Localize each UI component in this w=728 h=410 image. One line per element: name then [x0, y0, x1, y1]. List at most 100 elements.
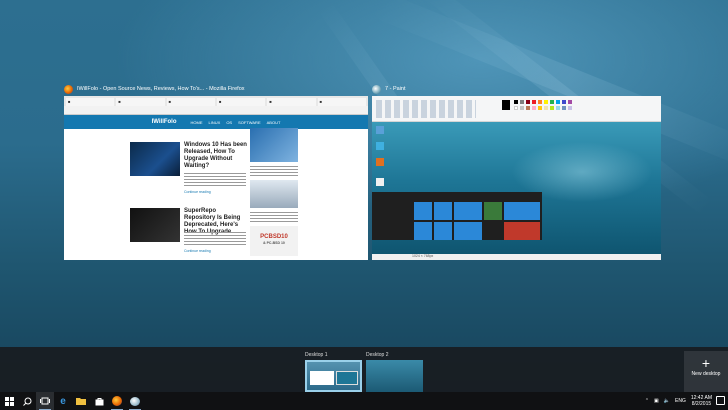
color-swatch[interactable] — [532, 100, 536, 104]
color-swatch[interactable] — [532, 106, 536, 110]
browser-tab[interactable]: ■ — [317, 98, 366, 106]
taskbar: e ⌃ ▣ 🔈 ENG 12:42 AM 8/2/2015 — [0, 392, 728, 410]
article-excerpt — [184, 232, 246, 246]
color-swatch[interactable] — [568, 106, 572, 110]
color-swatch[interactable] — [544, 100, 548, 104]
color-swatch[interactable] — [562, 100, 566, 104]
plus-icon: + — [701, 355, 711, 371]
desktop-icon — [376, 178, 384, 186]
ad-title: PCBSD10 — [260, 234, 288, 240]
browser-tab[interactable]: ■ — [267, 98, 316, 106]
paint-canvas[interactable] — [372, 122, 661, 254]
nav-item[interactable]: HOME — [191, 120, 203, 125]
start-tile — [434, 202, 452, 220]
desktop-label: Desktop 2 — [366, 352, 389, 358]
status-size: 1024 × 768px — [412, 254, 434, 258]
firefox-tab-strip: ■ ■ ■ ■ ■ ■ — [64, 96, 368, 106]
nav-item[interactable]: OS — [226, 120, 232, 125]
article-title[interactable]: Windows 10 Has been Released, How To Upg… — [184, 142, 248, 170]
search-icon[interactable] — [18, 392, 36, 410]
nav-item[interactable]: LINUX — [209, 120, 221, 125]
color-swatch[interactable] — [538, 100, 542, 104]
browser-tab[interactable]: ■ — [116, 98, 165, 106]
pcbsd-ad[interactable]: PCBSD10 & PC-BSD 10 — [250, 226, 298, 256]
store-icon[interactable] — [90, 392, 108, 410]
color-swatch[interactable] — [520, 106, 524, 110]
paint-ribbon — [372, 96, 661, 122]
paint-icon — [372, 84, 381, 94]
desktop-1-thumbnail[interactable] — [305, 360, 362, 392]
nav-item[interactable]: SOFTWARE — [238, 120, 261, 125]
paint-window-thumbnail[interactable]: 7 - Paint 1024 × 768px — [372, 82, 661, 260]
address-bar[interactable] — [64, 106, 368, 115]
chevron-up-icon[interactable]: ⌃ — [645, 398, 649, 404]
color-swatch[interactable] — [526, 100, 530, 104]
browser-tab[interactable]: ■ — [166, 98, 215, 106]
color-swatch[interactable] — [562, 106, 566, 110]
network-icon[interactable]: ▣ — [654, 398, 659, 404]
article-thumbnail — [130, 208, 180, 242]
firefox-window-titlebar: IWillFolo - Open Source News, Reviews, H… — [64, 82, 368, 96]
paint-app: 1024 × 768px — [372, 96, 661, 260]
start-icon[interactable] — [0, 392, 18, 410]
sidebar-ad[interactable] — [250, 128, 298, 162]
start-tile — [484, 202, 502, 220]
desktop-2-thumbnail[interactable] — [366, 360, 423, 392]
volume-icon[interactable]: 🔈 — [664, 398, 670, 404]
task-view-icon[interactable] — [36, 392, 54, 410]
start-tile — [522, 202, 540, 220]
file-explorer-icon[interactable] — [72, 392, 90, 410]
action-center-icon[interactable] — [716, 396, 725, 405]
site-logo[interactable]: IWillFolo — [152, 119, 177, 125]
new-desktop-button[interactable]: + New desktop — [684, 351, 728, 392]
firefox-window-thumbnail[interactable]: IWillFolo - Open Source News, Reviews, H… — [64, 82, 368, 260]
continue-reading-link[interactable]: Continue reading — [184, 190, 211, 194]
color-swatch[interactable] — [550, 100, 554, 104]
ad-subtitle: & PC-BSD 10 — [263, 241, 285, 245]
start-tile — [414, 202, 432, 220]
paint-icon[interactable] — [126, 392, 144, 410]
color-swatch[interactable] — [538, 106, 542, 110]
sidebar: PCBSD10 & PC-BSD 10 — [250, 128, 298, 260]
article-excerpt — [184, 173, 246, 187]
continue-reading-link[interactable]: Continue reading — [184, 249, 211, 253]
paint-window-title: 7 - Paint — [385, 86, 406, 92]
desktop-icon — [376, 142, 384, 150]
article-card[interactable]: SuperRepo Repository Is Being Deprecated… — [130, 208, 248, 260]
start-tile — [504, 222, 540, 240]
mini-window — [336, 371, 358, 385]
desktop-icon — [376, 126, 384, 134]
start-tile — [454, 202, 482, 220]
browser-tab[interactable]: ■ — [66, 98, 115, 106]
color-swatch[interactable] — [514, 106, 518, 110]
edge-icon[interactable]: e — [54, 392, 72, 410]
color-swatch[interactable] — [550, 106, 554, 110]
nav-item[interactable]: ABOUT — [267, 120, 281, 125]
article-card[interactable]: Windows 10 Has been Released, How To Upg… — [130, 142, 248, 204]
paint-status-bar: 1024 × 768px — [372, 254, 661, 260]
article-thumbnail — [130, 142, 180, 176]
paint-window-titlebar: 7 - Paint — [372, 82, 661, 96]
start-tile — [434, 222, 452, 240]
ribbon-tools[interactable] — [376, 100, 476, 118]
color-swatch[interactable] — [520, 100, 524, 104]
virtual-desktops-bar — [0, 347, 728, 392]
start-tile — [414, 222, 432, 240]
color-swatch[interactable] — [526, 106, 530, 110]
clock-date: 8/2/2015 — [691, 401, 712, 407]
firefox-icon — [64, 84, 73, 94]
color-swatch[interactable] — [544, 106, 548, 110]
color-swatch[interactable] — [556, 100, 560, 104]
language-indicator[interactable]: ENG — [675, 398, 686, 404]
clock[interactable]: 12:42 AM 8/2/2015 — [691, 395, 712, 407]
sidebar-text — [250, 166, 298, 176]
color-swatch[interactable] — [556, 106, 560, 110]
color-swatch[interactable] — [514, 100, 518, 104]
browser-tab[interactable]: ■ — [216, 98, 266, 106]
firefox-window-title: IWillFolo - Open Source News, Reviews, H… — [77, 86, 245, 92]
sidebar-text — [250, 212, 298, 222]
sidebar-screenshot[interactable] — [250, 180, 298, 208]
color-swatch[interactable] — [502, 100, 510, 110]
firefox-icon[interactable] — [108, 392, 126, 410]
color-swatch[interactable] — [568, 100, 572, 104]
